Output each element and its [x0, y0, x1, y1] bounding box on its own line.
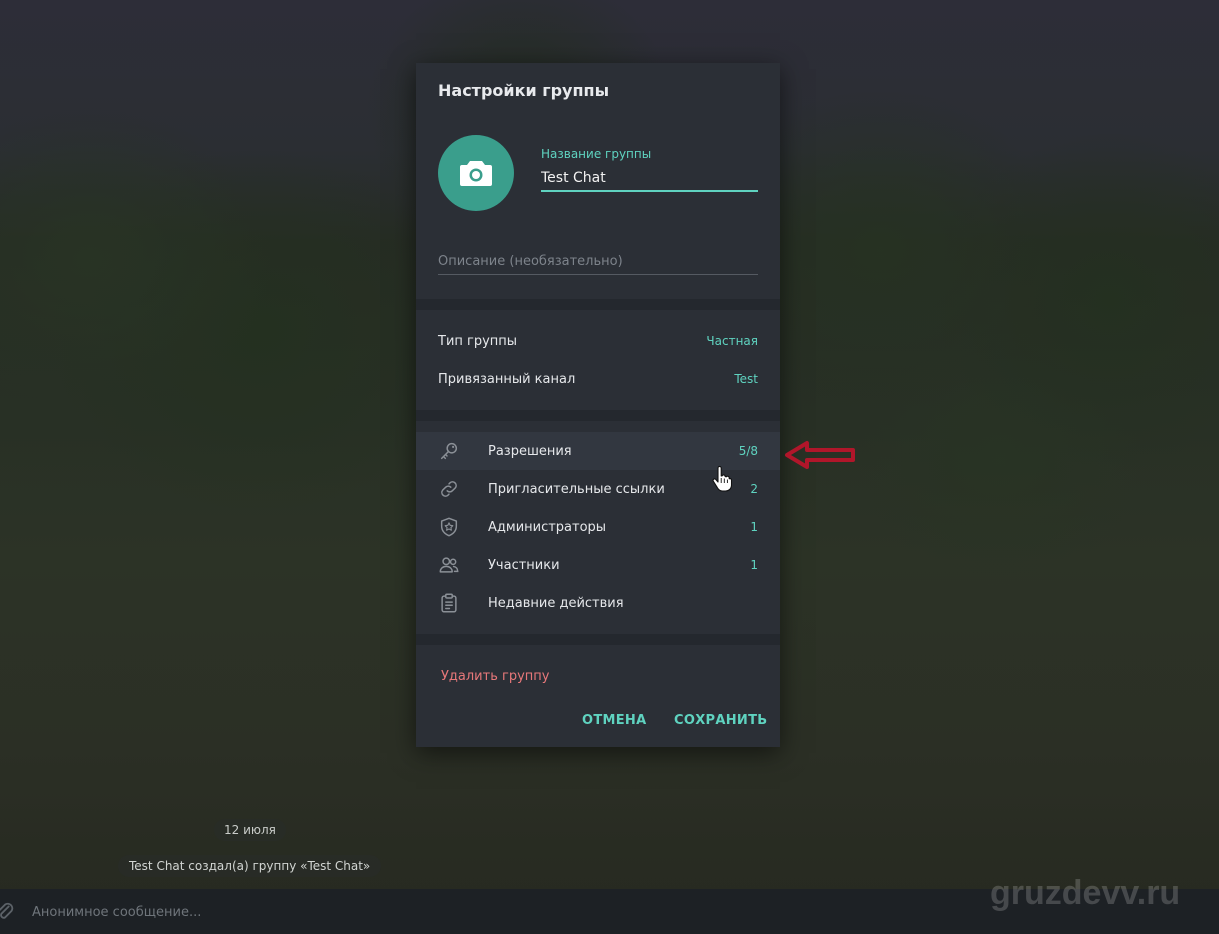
group-type-value: Частная: [706, 334, 758, 348]
attach-icon[interactable]: [0, 901, 16, 923]
telegram-window: 12 июля Test Chat создал(а) группу «Test…: [0, 0, 1219, 934]
administrators-count: 1: [750, 520, 758, 534]
permissions-label: Разрешения: [488, 443, 572, 459]
dialog-title: Настройки группы: [438, 81, 610, 100]
group-name-label: Название группы: [541, 147, 652, 161]
message-input[interactable]: [32, 901, 632, 923]
watermark: gruzdevv.ru: [990, 874, 1181, 912]
key-icon: [440, 442, 458, 460]
members-count: 1: [750, 558, 758, 572]
cancel-button[interactable]: ОТМЕНА: [582, 713, 646, 728]
service-message: Test Chat создал(а) группу «Test Chat»: [118, 855, 382, 877]
section-divider: [416, 410, 780, 421]
users-icon: [439, 557, 459, 573]
section-divider: [416, 299, 780, 310]
save-button[interactable]: СОХРАНИТЬ: [674, 713, 767, 728]
date-badge: 12 июля: [214, 819, 286, 841]
group-type-label: Тип группы: [438, 333, 518, 349]
permissions-count: 5/8: [738, 444, 758, 458]
camera-icon: [460, 161, 492, 186]
recent-actions-row[interactable]: Недавние действия: [416, 584, 780, 622]
shield-star-icon: [440, 517, 458, 537]
group-name-input[interactable]: [541, 166, 758, 192]
section-divider: [416, 634, 780, 645]
hand-cursor-icon: [712, 466, 732, 492]
delete-group-button[interactable]: Удалить группу: [441, 669, 549, 684]
description-input[interactable]: [438, 248, 758, 275]
administrators-row[interactable]: Администраторы 1: [416, 508, 780, 546]
annotation-arrow: [785, 441, 855, 469]
members-row[interactable]: Участники 1: [416, 546, 780, 584]
invite-links-count: 2: [750, 482, 758, 496]
administrators-label: Администраторы: [488, 519, 607, 535]
linked-channel-row[interactable]: Привязанный канал Test: [416, 360, 780, 398]
group-type-row[interactable]: Тип группы Частная: [416, 322, 780, 360]
linked-channel-value: Test: [734, 372, 758, 386]
group-photo-button[interactable]: [438, 135, 514, 211]
link-icon: [441, 481, 457, 497]
members-label: Участники: [488, 557, 560, 573]
linked-channel-label: Привязанный канал: [438, 371, 576, 387]
clipboard-icon: [441, 593, 457, 613]
recent-actions-label: Недавние действия: [488, 595, 624, 611]
group-settings-dialog: Настройки группы Название группы Тип гру…: [416, 63, 780, 747]
invite-links-label: Пригласительные ссылки: [488, 481, 665, 497]
permissions-row[interactable]: Разрешения 5/8: [416, 432, 780, 470]
